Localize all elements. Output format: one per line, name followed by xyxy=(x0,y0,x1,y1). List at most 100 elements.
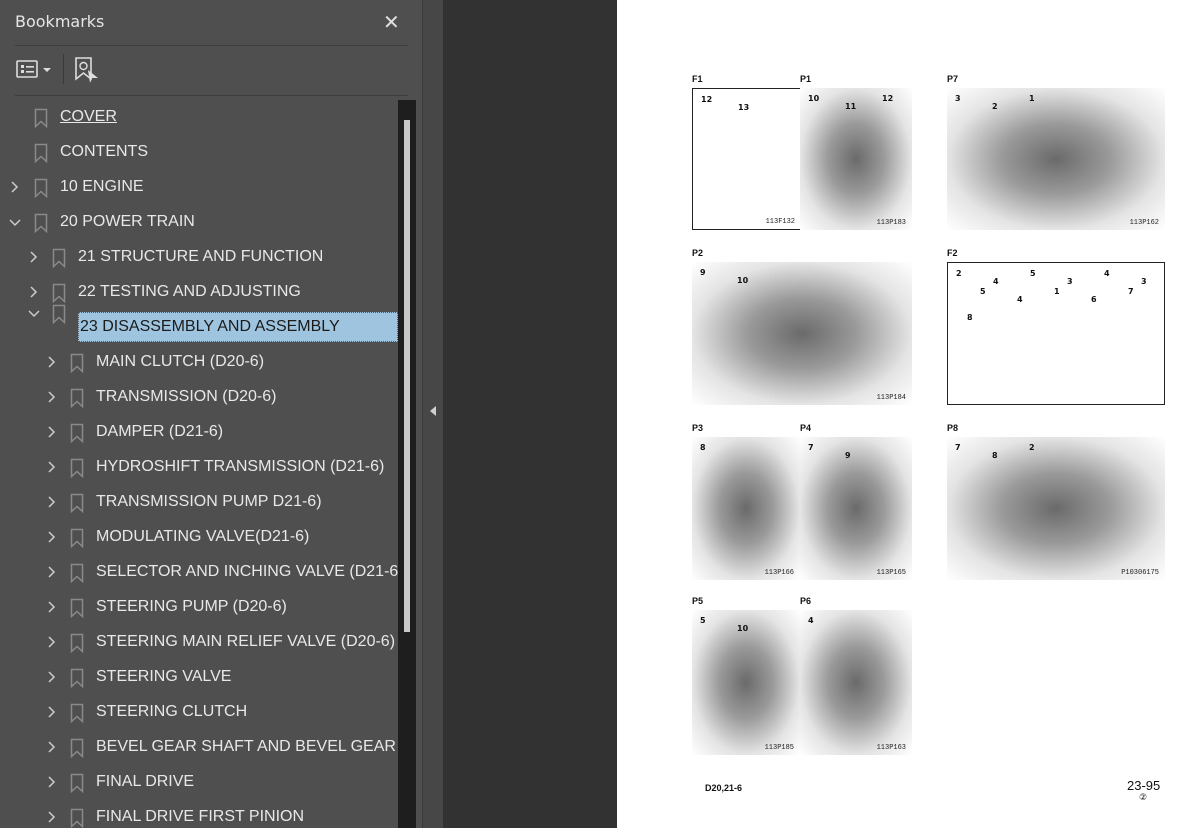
collapse-panel-icon[interactable] xyxy=(430,406,436,416)
figure-photo: 9 10 113P184 xyxy=(692,262,912,405)
chevron-right-icon[interactable] xyxy=(45,633,59,651)
chevron-down-icon[interactable] xyxy=(8,213,22,231)
bookmark-item[interactable]: TRANSMISSION PUMP D21-6) xyxy=(0,487,398,517)
bookmark-item[interactable]: STEERING PUMP (D20-6) xyxy=(0,592,398,622)
figure-label: P8 xyxy=(947,423,959,433)
bookmark-icon xyxy=(70,808,84,828)
figure-label: F2 xyxy=(947,248,958,258)
bookmark-item[interactable]: HYDROSHIFT TRANSMISSION (D21-6) xyxy=(0,452,398,482)
bookmark-icon xyxy=(34,108,48,129)
chevron-right-icon[interactable] xyxy=(45,528,59,546)
callout-number: 7 xyxy=(808,443,814,452)
bookmark-label: TRANSMISSION (D20-6) xyxy=(96,388,277,405)
scrollbar[interactable] xyxy=(398,100,416,828)
callout-number: 5 xyxy=(1030,269,1036,278)
bookmark-label: BEVEL GEAR SHAFT AND BEVEL GEAR xyxy=(96,738,396,755)
bookmark-item[interactable]: CONTENTS xyxy=(0,137,398,167)
bookmark-icon xyxy=(70,458,84,479)
divider xyxy=(15,45,408,46)
bookmark-icon xyxy=(34,213,48,234)
figure-label: P4 xyxy=(800,423,812,433)
callout-number: 4 xyxy=(1104,269,1110,278)
revision-mark: ② xyxy=(1139,793,1148,803)
chevron-right-icon[interactable] xyxy=(45,493,59,511)
bookmark-label: CONTENTS xyxy=(60,143,148,160)
bookmark-label: TRANSMISSION PUMP D21-6) xyxy=(96,493,322,510)
bookmark-item[interactable]: COVER xyxy=(0,102,398,132)
chevron-right-icon[interactable] xyxy=(45,668,59,686)
chevron-right-icon[interactable] xyxy=(45,458,59,476)
bookmark-label: SELECTOR AND INCHING VALVE (D21-6) xyxy=(96,563,398,580)
list-options-icon xyxy=(16,60,51,78)
chevron-right-icon[interactable] xyxy=(45,423,59,441)
bookmark-item[interactable]: STEERING VALVE xyxy=(0,662,398,692)
callout-number: 8 xyxy=(992,451,998,460)
callout-number: 1 xyxy=(1054,287,1060,296)
callout-number: 7 xyxy=(1128,287,1134,296)
figure-caption: 113P163 xyxy=(876,744,906,752)
bookmark-label: FINAL DRIVE xyxy=(96,773,195,790)
chevron-right-icon[interactable] xyxy=(45,598,59,616)
bookmark-item[interactable]: STEERING MAIN RELIEF VALVE (D20-6) xyxy=(0,627,398,657)
close-icon[interactable]: ✕ xyxy=(383,10,400,34)
model-label: D20,21-6 xyxy=(705,783,743,793)
bookmark-item[interactable]: TRANSMISSION (D20-6) xyxy=(0,382,398,412)
callout-number: 2 xyxy=(1029,443,1035,452)
chevron-right-icon[interactable] xyxy=(8,178,22,196)
bookmark-icon xyxy=(52,248,66,269)
scrollbar-thumb[interactable] xyxy=(404,120,410,632)
figure-drawing: 245343541678 xyxy=(947,262,1165,405)
bookmark-label: HYDROSHIFT TRANSMISSION (D21-6) xyxy=(96,458,385,475)
bookmark-icon xyxy=(70,703,84,724)
bookmark-item[interactable]: FINAL DRIVE xyxy=(0,767,398,797)
bookmark-item[interactable]: MAIN CLUTCH (D20-6) xyxy=(0,347,398,377)
panel-splitter[interactable] xyxy=(422,0,443,828)
bookmark-item[interactable]: 23 DISASSEMBLY AND ASSEMBLY xyxy=(0,298,398,342)
bookmark-item[interactable]: FINAL DRIVE FIRST PINION xyxy=(0,802,398,828)
bookmark-icon xyxy=(70,493,84,514)
bookmark-label: 21 STRUCTURE AND FUNCTION xyxy=(78,248,324,265)
bookmark-label: 10 ENGINE xyxy=(60,178,144,195)
bookmark-icon xyxy=(70,388,84,409)
bookmark-item[interactable]: 21 STRUCTURE AND FUNCTION xyxy=(0,242,398,272)
find-bookmark-button[interactable] xyxy=(74,56,100,84)
bookmark-item[interactable]: MODULATING VALVE(D21-6) xyxy=(0,522,398,552)
bookmark-item[interactable]: 10 ENGINE xyxy=(0,172,398,202)
bookmark-item[interactable]: BEVEL GEAR SHAFT AND BEVEL GEAR xyxy=(0,732,398,762)
bookmark-item[interactable]: SELECTOR AND INCHING VALVE (D21-6) xyxy=(0,557,398,587)
bookmark-label: STEERING MAIN RELIEF VALVE (D20-6) xyxy=(96,633,396,650)
chevron-right-icon[interactable] xyxy=(45,388,59,406)
figure-photo: 5 10 113P185 xyxy=(692,610,800,755)
bookmarks-panel: Bookmarks ✕ COVER CONTENTS 10 ENGINE 20 POW… xyxy=(0,0,422,828)
callout-number: 6 xyxy=(1091,295,1097,304)
callout-number: 7 xyxy=(955,443,961,452)
chevron-down-icon[interactable] xyxy=(27,304,41,322)
bookmark-icon xyxy=(70,528,84,549)
figure-caption: 113P184 xyxy=(876,394,906,402)
bookmark-label: FINAL DRIVE FIRST PINION xyxy=(96,808,305,825)
bookmark-item[interactable]: STEERING CLUTCH xyxy=(0,697,398,727)
chevron-right-icon[interactable] xyxy=(27,248,41,266)
figure-caption: 113P166 xyxy=(764,569,794,577)
figure-caption: 113P165 xyxy=(876,569,906,577)
callout-number: 3 xyxy=(955,94,961,103)
chevron-right-icon[interactable] xyxy=(45,738,59,756)
bookmark-item[interactable]: 20 POWER TRAIN xyxy=(0,207,398,237)
figure-caption: 113P185 xyxy=(764,744,794,752)
options-menu-button[interactable] xyxy=(16,58,54,82)
chevron-right-icon[interactable] xyxy=(45,773,59,791)
chevron-right-icon[interactable] xyxy=(45,703,59,721)
figure-caption: 113P162 xyxy=(1129,219,1159,227)
chevron-right-icon[interactable] xyxy=(45,808,59,826)
bookmark-item[interactable]: DAMPER (D21-6) xyxy=(0,417,398,447)
figure-photo: 10 11 12 113P183 xyxy=(800,88,912,230)
callout-number: 10 xyxy=(737,624,749,633)
figure-label: F1 xyxy=(692,74,703,84)
callout-number: 2 xyxy=(956,269,962,278)
callout-number: 5 xyxy=(700,616,706,625)
chevron-right-icon[interactable] xyxy=(45,563,59,581)
bookmark-icon xyxy=(70,773,84,794)
callout-number: 3 xyxy=(1141,277,1147,286)
chevron-right-icon[interactable] xyxy=(45,353,59,371)
bookmark-label: 23 DISASSEMBLY AND ASSEMBLY xyxy=(78,312,398,342)
